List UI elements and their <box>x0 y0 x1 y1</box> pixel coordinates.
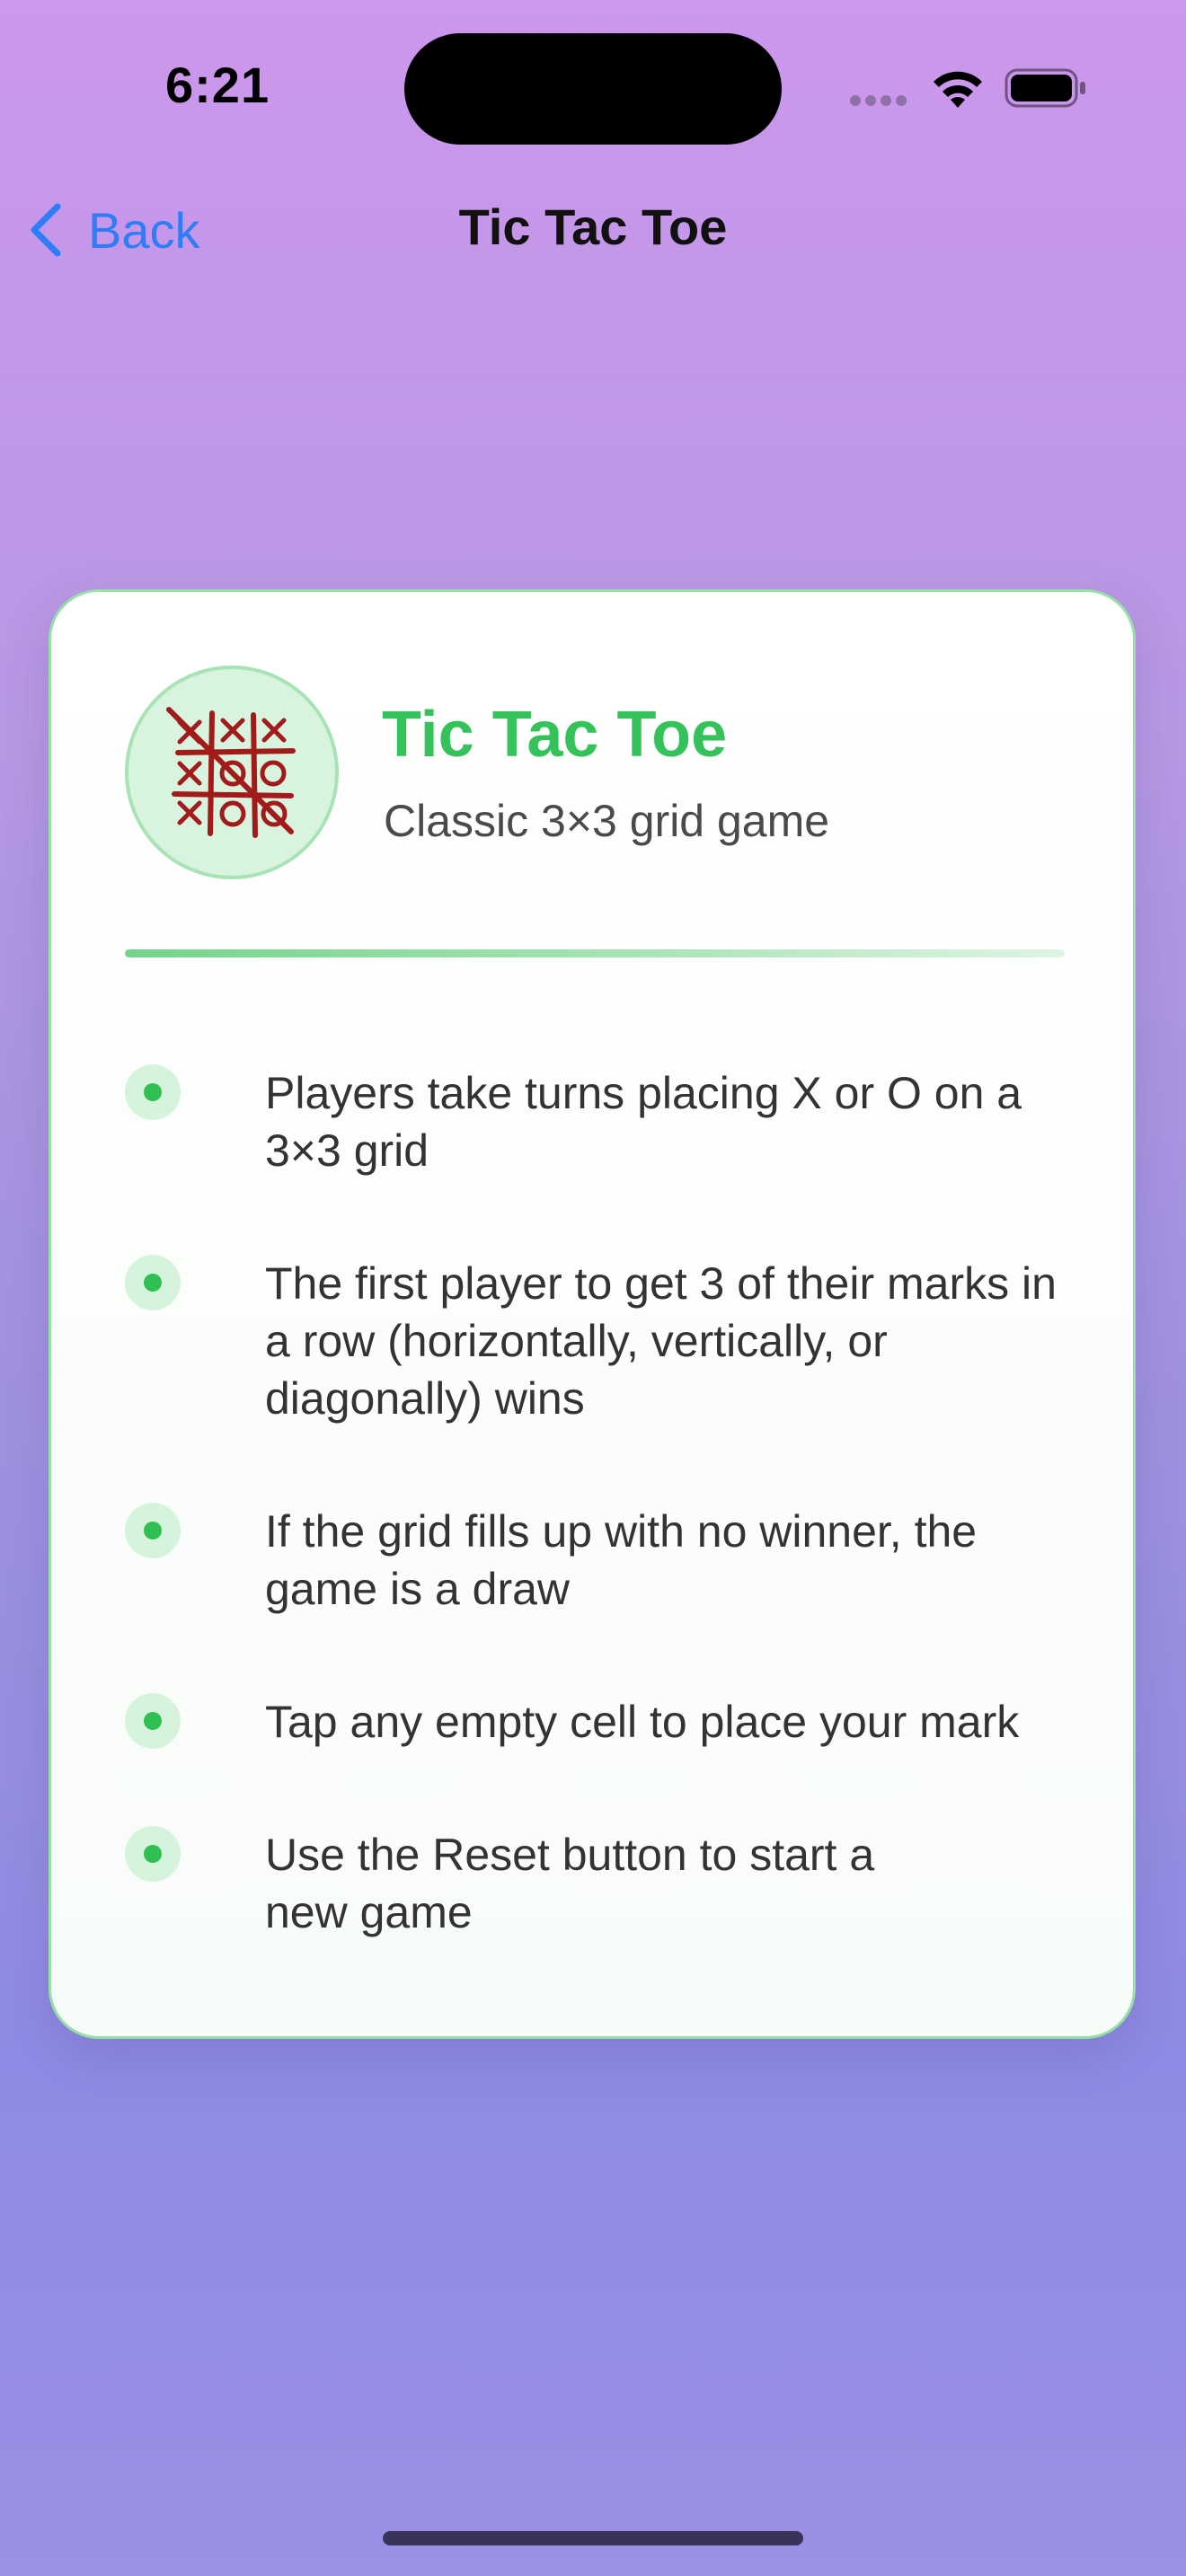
status-bar: 6:21 <box>0 0 1186 180</box>
rule-text: Use the Reset button to start a new game <box>265 1830 875 1937</box>
rule-item: Players take turns placing X or O on a 3… <box>125 1064 1077 1179</box>
card-subtitle: Classic 3×3 grid game <box>384 796 830 846</box>
battery-icon <box>1005 68 1085 108</box>
rule-item: Use the Reset button to start a new game <box>125 1826 1077 1941</box>
bullet-dot-icon <box>125 1693 181 1749</box>
tic-tac-toe-grid-icon <box>166 707 296 838</box>
rule-text: If the grid fills up with no winner, the… <box>265 1506 978 1614</box>
rule-item: Tap any empty cell to place your mark <box>125 1693 1077 1751</box>
wifi-icon <box>934 71 982 108</box>
rule-item: If the grid fills up with no winner, the… <box>125 1503 1077 1618</box>
status-time: 6:21 <box>165 57 270 113</box>
card-title: Tic Tac Toe <box>382 699 728 771</box>
dynamic-island <box>404 33 782 145</box>
nav-title: Tic Tac Toe <box>458 198 728 255</box>
home-indicator[interactable] <box>383 2531 803 2545</box>
rule-text: The first player to get 3 of their marks… <box>265 1258 1057 1424</box>
divider <box>125 949 1065 957</box>
bullet-dot-icon <box>125 1255 181 1310</box>
rule-text: Tap any empty cell to place your mark <box>265 1697 1020 1747</box>
rule-text: Players take turns placing X or O on a 3… <box>265 1068 1022 1176</box>
game-info-card: Tic Tac Toe Classic 3×3 grid game Player… <box>49 589 1136 2039</box>
rules-list: Players take turns placing X or O on a 3… <box>125 1064 1077 2016</box>
bullet-dot-icon <box>125 1503 181 1558</box>
signal-dots-icon <box>850 95 907 106</box>
bullet-dot-icon <box>125 1064 181 1120</box>
bullet-dot-icon <box>125 1826 181 1882</box>
game-icon-badge <box>125 666 339 879</box>
rule-item: The first player to get 3 of their marks… <box>125 1255 1077 1427</box>
